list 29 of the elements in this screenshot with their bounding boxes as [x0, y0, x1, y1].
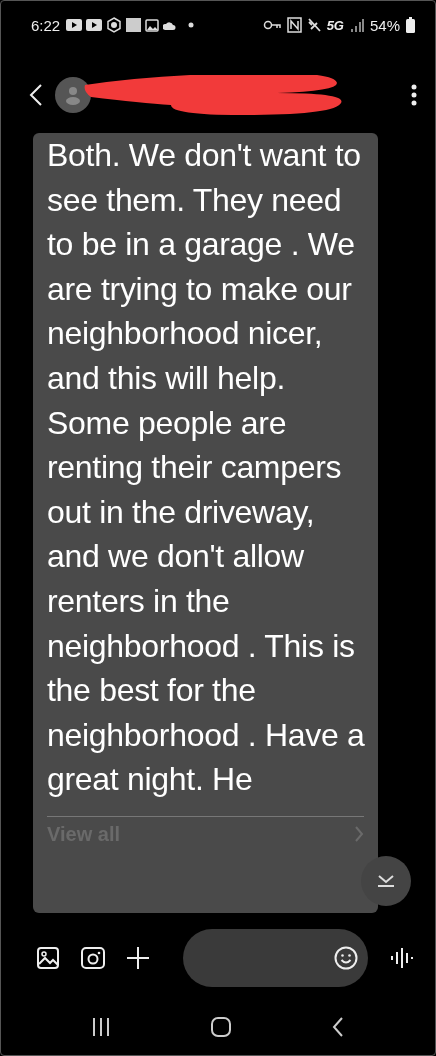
- contact-avatar[interactable]: [55, 77, 91, 113]
- camera-icon[interactable]: [81, 947, 105, 969]
- image-icon: [145, 18, 160, 32]
- battery-icon: [406, 17, 415, 33]
- scroll-down-button[interactable]: [361, 856, 411, 906]
- chevron-icon: [354, 825, 364, 844]
- cloud-icon: [163, 20, 177, 30]
- dot-icon: [188, 22, 195, 28]
- key-icon: [262, 20, 281, 30]
- app-icon: [126, 18, 142, 32]
- scroll-down-icon: [376, 874, 396, 888]
- back-icon[interactable]: [332, 1017, 345, 1037]
- emoji-icon[interactable]: [334, 946, 358, 970]
- gallery-icon[interactable]: [37, 947, 59, 969]
- signal-icon: [349, 18, 364, 32]
- home-icon[interactable]: [211, 1017, 231, 1037]
- mute-icon: [307, 18, 321, 32]
- play-icon: [86, 19, 103, 31]
- nfc-icon: [286, 17, 302, 33]
- recent-apps-icon[interactable]: [91, 1018, 110, 1036]
- battery-percent: 54%: [369, 16, 400, 34]
- hexagon-icon: [106, 17, 123, 33]
- add-icon[interactable]: [127, 947, 149, 969]
- message-text: Both. We don't want to see them. They need to be in a garage . We are trying to make our neighborhood nicer, and this will help. Some people are renting their campers out in the driveway, and we don't allow renters in the neighborhood . This is the best for the neighborhood . Have a great night. He: [47, 136, 366, 800]
- clock-time: 6:22: [31, 16, 61, 34]
- network-label: 5G: [326, 17, 344, 33]
- play-icon: [66, 19, 83, 31]
- voice-icon[interactable]: [390, 947, 414, 969]
- more-options-icon[interactable]: [411, 84, 417, 106]
